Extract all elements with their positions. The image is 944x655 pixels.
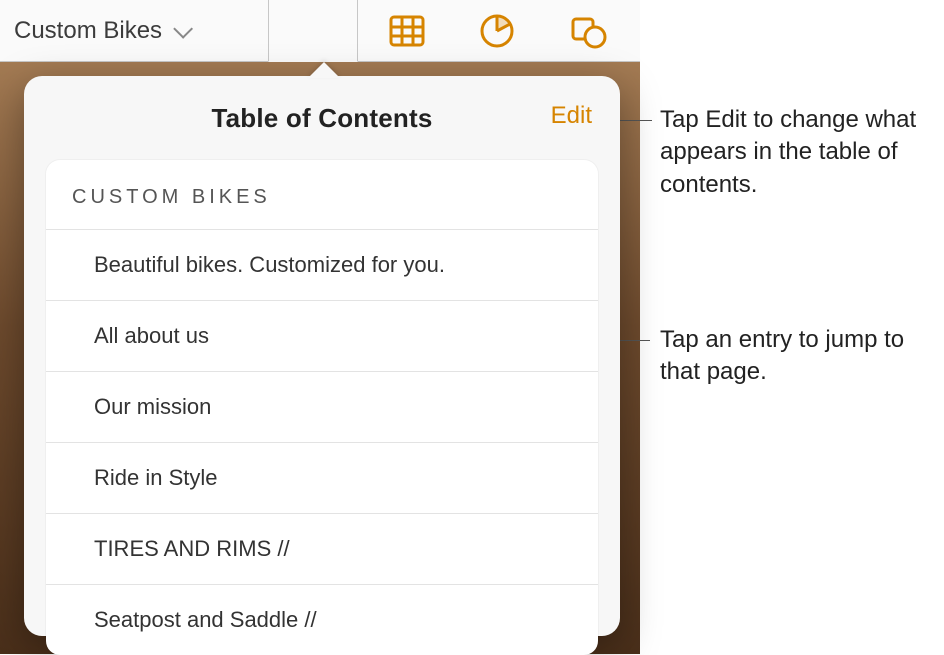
edit-button[interactable]: Edit — [551, 102, 592, 130]
callout-entry: Tap an entry to jump to that page. — [660, 324, 944, 389]
document-title[interactable]: Custom Bikes — [14, 17, 162, 45]
table-view-button[interactable] — [362, 0, 452, 62]
toc-item[interactable]: All about us — [46, 300, 598, 371]
toc-item[interactable]: Seatpost and Saddle // — [46, 584, 598, 655]
app-frame: Custom Bikes — [0, 0, 640, 654]
pie-chart-icon — [475, 9, 519, 53]
topbar-view-icons — [272, 0, 632, 62]
toc-view-button[interactable] — [272, 0, 362, 62]
chart-view-button[interactable] — [452, 0, 542, 62]
table-icon — [385, 9, 429, 53]
popover-header: Table of Contents Edit — [24, 94, 620, 142]
shape-view-button[interactable] — [542, 0, 632, 62]
toc-item[interactable]: Our mission — [46, 371, 598, 442]
toc-card: CUSTOM BIKES Beautiful bikes. Customized… — [46, 160, 598, 655]
toc-item[interactable]: Ride in Style — [46, 442, 598, 513]
popover-title: Table of Contents — [211, 103, 432, 134]
shape-icon — [565, 9, 609, 53]
callout-edit: Tap Edit to change what appears in the t… — [660, 104, 940, 201]
toc-item[interactable]: Beautiful bikes. Customized for you. — [46, 229, 598, 300]
document-menu-button[interactable] — [166, 16, 196, 46]
toc-item[interactable]: TIRES AND RIMS // — [46, 513, 598, 584]
toc-list-icon — [295, 9, 339, 53]
toc-popover: Table of Contents Edit CUSTOM BIKES Beau… — [24, 76, 620, 636]
chevron-down-icon — [173, 18, 193, 38]
topbar: Custom Bikes — [0, 0, 640, 62]
toc-section-title[interactable]: CUSTOM BIKES — [46, 160, 598, 229]
